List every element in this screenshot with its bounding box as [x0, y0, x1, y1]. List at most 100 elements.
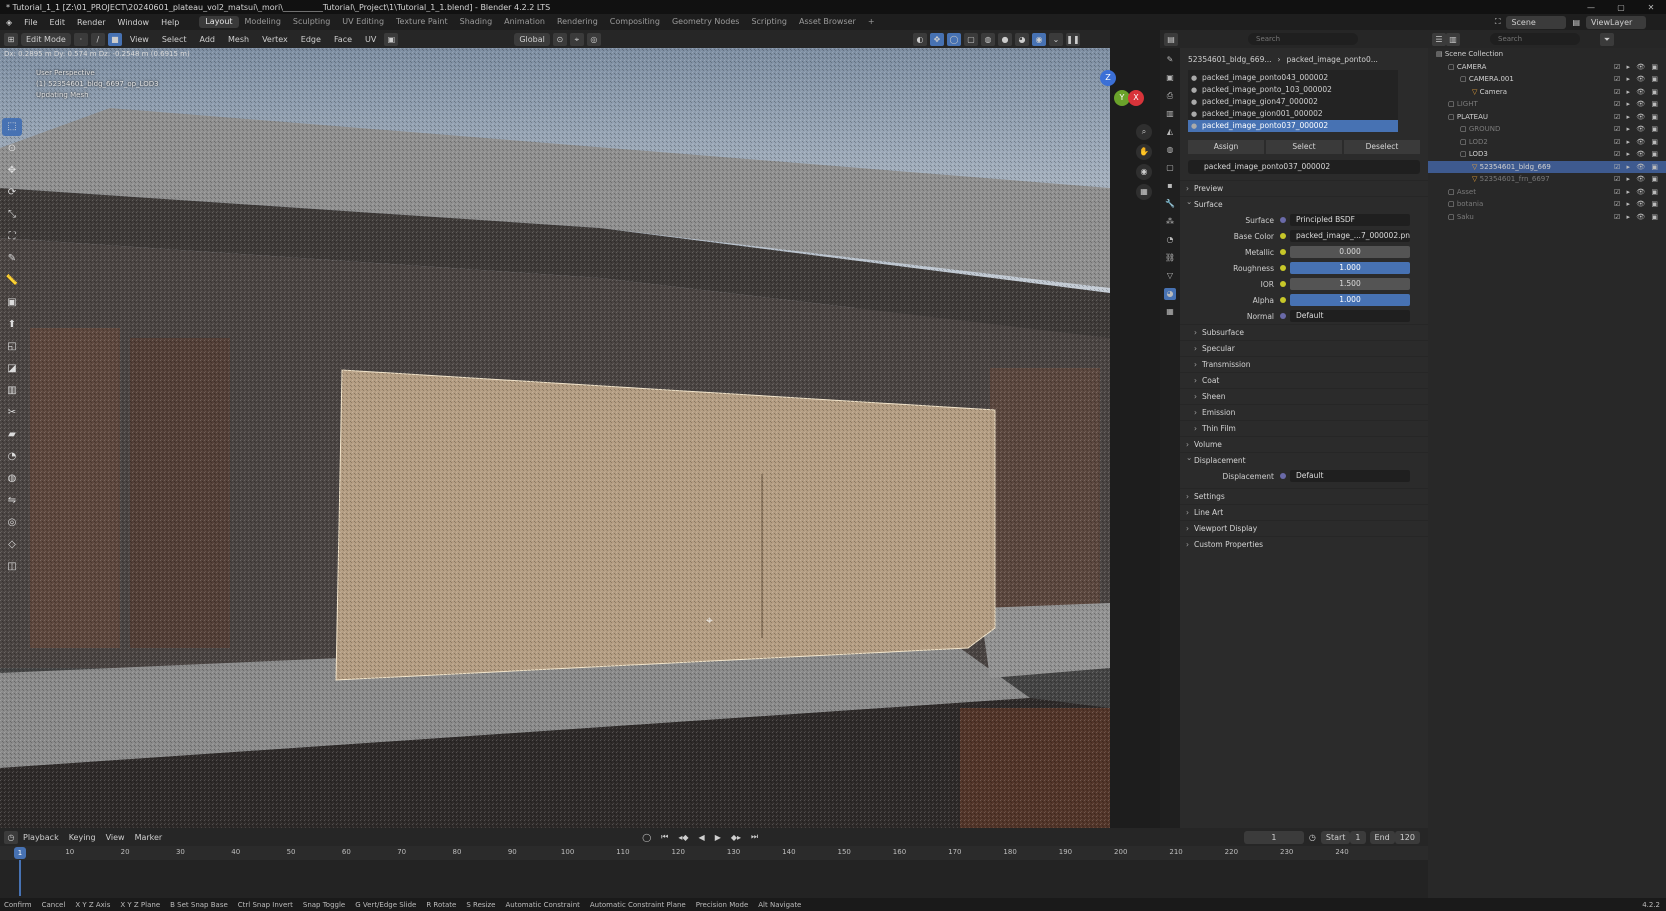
transform-orientation-selector[interactable]: Global — [514, 32, 550, 46]
pause-render-icon[interactable]: ❚❚ — [1066, 32, 1080, 46]
menu-file[interactable]: File — [18, 18, 43, 27]
blender-logo-icon[interactable]: ◈ — [0, 18, 18, 27]
camera-view-icon[interactable]: ◉ — [1136, 164, 1152, 180]
prev-keyframe-icon[interactable]: ◂◆ — [673, 833, 693, 842]
workspace-tab-geometry-nodes[interactable]: Geometry Nodes — [666, 16, 745, 28]
current-frame-field[interactable]: 1 — [1243, 830, 1304, 844]
subsection-sheen[interactable]: Sheen — [1180, 388, 1428, 405]
workspace-tab-rendering[interactable]: Rendering — [551, 16, 604, 28]
menu-window[interactable]: Window — [112, 18, 156, 27]
workspace-tab-asset-browser[interactable]: Asset Browser — [793, 16, 862, 28]
visibility-toggles-icon[interactable]: ☑ ▸ 👁 ▣ — [1614, 98, 1660, 111]
outliner-row[interactable]: ▢ Asset ☑ ▸ 👁 ▣ — [1428, 186, 1666, 199]
spin-tool-icon[interactable]: ◔ — [2, 448, 22, 466]
section-settings[interactable]: Settings — [1180, 488, 1428, 505]
mode-selector[interactable]: Edit Mode — [21, 32, 71, 46]
workspace-tab-animation[interactable]: Animation — [498, 16, 551, 28]
measure-tool-icon[interactable]: 📏 — [2, 272, 22, 290]
subsection-subsurface[interactable]: Subsurface — [1180, 324, 1428, 341]
object-tab-icon[interactable]: ▪ — [1164, 180, 1176, 192]
menu-select[interactable]: Select — [157, 35, 192, 44]
move-tool-icon[interactable]: ✥ — [2, 162, 22, 180]
xray-toggle-icon[interactable]: ▢ — [964, 32, 978, 46]
material-shading-icon[interactable]: ◕ — [1015, 32, 1029, 46]
menu-playback[interactable]: Playback — [18, 833, 64, 842]
viewlayer-selector[interactable]: ViewLayer — [1586, 15, 1646, 29]
view-layer-tab-icon[interactable]: ▥ — [1164, 108, 1176, 120]
outliner-row[interactable]: ▢ PLATEAU ☑ ▸ 👁 ▣ — [1428, 111, 1666, 124]
workspace-tab-scripting[interactable]: Scripting — [745, 16, 793, 28]
proportional-edit-icon[interactable]: ◎ — [586, 32, 601, 46]
properties-editor-icon[interactable]: ▤ — [1164, 32, 1178, 46]
shear-tool-icon[interactable]: ◇ — [2, 536, 22, 554]
breadcrumb-material[interactable]: packed_image_ponto0... — [1287, 52, 1378, 68]
add-cube-tool-icon[interactable]: ▣ — [2, 294, 22, 312]
menu-edge[interactable]: Edge — [296, 35, 326, 44]
material-slot[interactable]: packed_image_ponto_103_000002 — [1188, 84, 1398, 96]
scene-selector[interactable]: Scene — [1506, 15, 1567, 29]
outliner-search-input[interactable]: Search — [1490, 33, 1580, 45]
rendered-shading-icon[interactable]: ◉ — [1032, 32, 1046, 46]
surface-row-value[interactable]: 1.000 — [1290, 294, 1410, 306]
menu-view[interactable]: View — [125, 35, 154, 44]
surface-row-value[interactable]: 1.500 — [1290, 278, 1410, 290]
menu-face[interactable]: Face — [329, 35, 357, 44]
visibility-toggles-icon[interactable]: ☑ ▸ 👁 ▣ — [1614, 73, 1660, 86]
edge-slide-tool-icon[interactable]: ⇋ — [2, 492, 22, 510]
scale-tool-icon[interactable]: ⤡ — [2, 206, 22, 224]
particles-tab-icon[interactable]: ⁂ — [1164, 216, 1176, 228]
add-workspace-button[interactable]: + — [862, 16, 881, 28]
subsection-emission[interactable]: Emission — [1180, 404, 1428, 421]
menu-uv[interactable]: UV — [360, 35, 381, 44]
material-name-field[interactable]: packed_image_ponto037_000002 — [1188, 160, 1420, 174]
workspace-tab-shading[interactable]: Shading — [454, 16, 499, 28]
jump-end-icon[interactable]: ⏭ — [746, 832, 763, 842]
outliner-row[interactable]: ▢ LOD2 ☑ ▸ 👁 ▣ — [1428, 136, 1666, 149]
surface-row-value[interactable]: Principled BSDF — [1290, 214, 1410, 226]
solid-shading-icon[interactable]: ● — [998, 32, 1012, 46]
visibility-toggles-icon[interactable]: ☑ ▸ 👁 ▣ — [1614, 173, 1660, 186]
menu-marker[interactable]: Marker — [130, 833, 168, 842]
timeline-editor-icon[interactable]: ◷ — [4, 830, 18, 844]
assign-button[interactable]: Assign — [1188, 140, 1264, 154]
frame-ruler[interactable]: 10 20 30 40 50 60 70 80 90 100 110 120 130 140 150 160 1… — [0, 846, 1428, 860]
extrude-tool-icon[interactable]: ⬆ — [2, 316, 22, 334]
outliner-row[interactable]: ▢ GROUND ☑ ▸ 👁 ▣ — [1428, 123, 1666, 136]
loop-cut-tool-icon[interactable]: ▥ — [2, 382, 22, 400]
play-reverse-icon[interactable]: ◀ — [694, 833, 710, 842]
outliner-row[interactable]: ▤ Scene Collection — [1428, 48, 1666, 61]
properties-search-input[interactable]: Search — [1248, 33, 1358, 45]
subsection-transmission[interactable]: Transmission — [1180, 356, 1428, 373]
outliner-row[interactable]: ▢ botania ☑ ▸ 👁 ▣ — [1428, 198, 1666, 211]
world-tab-icon[interactable]: ◍ — [1164, 144, 1176, 156]
outliner-editor-icon[interactable]: ☰ — [1432, 32, 1446, 46]
filter-icon[interactable]: ⏷ — [1600, 32, 1614, 46]
visibility-toggles-icon[interactable]: ☑ ▸ 👁 ▣ — [1614, 86, 1660, 99]
modifier-tab-icon[interactable]: 🔧 — [1164, 198, 1176, 210]
shading-options-icon[interactable]: ⌄ — [1049, 32, 1063, 46]
collection-tab-icon[interactable]: ▢ — [1164, 162, 1176, 174]
subsection-coat[interactable]: Coat — [1180, 372, 1428, 389]
start-frame-field[interactable]: 1 — [1350, 830, 1366, 844]
outliner-row[interactable]: ▢ LOD3 ☑ ▸ 👁 ▣ — [1428, 148, 1666, 161]
editor-type-icon[interactable]: ⊞ — [4, 32, 18, 46]
displacement-value[interactable]: Default — [1290, 470, 1410, 482]
menu-mesh[interactable]: Mesh — [223, 35, 254, 44]
gizmo-icon[interactable]: ✥ — [930, 32, 944, 46]
display-mode-icon[interactable]: ▥ — [1446, 32, 1460, 46]
rotate-tool-icon[interactable]: ⟳ — [2, 184, 22, 202]
menu-add[interactable]: Add — [195, 35, 221, 44]
auto-keying-icon[interactable]: ◯ — [637, 833, 656, 842]
surface-row-value[interactable]: packed_image_...7_000002.png — [1290, 230, 1410, 242]
scene-tab-icon[interactable]: ◭ — [1164, 126, 1176, 138]
visibility-toggles-icon[interactable]: ☑ ▸ 👁 ▣ — [1614, 111, 1660, 124]
menu-render[interactable]: Render — [71, 18, 111, 27]
subsection-thin-film[interactable]: Thin Film — [1180, 420, 1428, 437]
next-keyframe-icon[interactable]: ◆▸ — [726, 833, 746, 842]
visibility-toggles-icon[interactable]: ☑ ▸ 👁 ▣ — [1614, 136, 1660, 149]
transform-tool-icon[interactable]: ⛶ — [2, 228, 22, 246]
section-surface[interactable]: Surface — [1180, 194, 1428, 212]
material-slot[interactable]: packed_image_ponto043_000002 — [1188, 72, 1398, 84]
zoom-icon[interactable]: ⌕ — [1136, 124, 1152, 140]
visibility-toggles-icon[interactable]: ☑ ▸ 👁 ▣ — [1614, 186, 1660, 199]
